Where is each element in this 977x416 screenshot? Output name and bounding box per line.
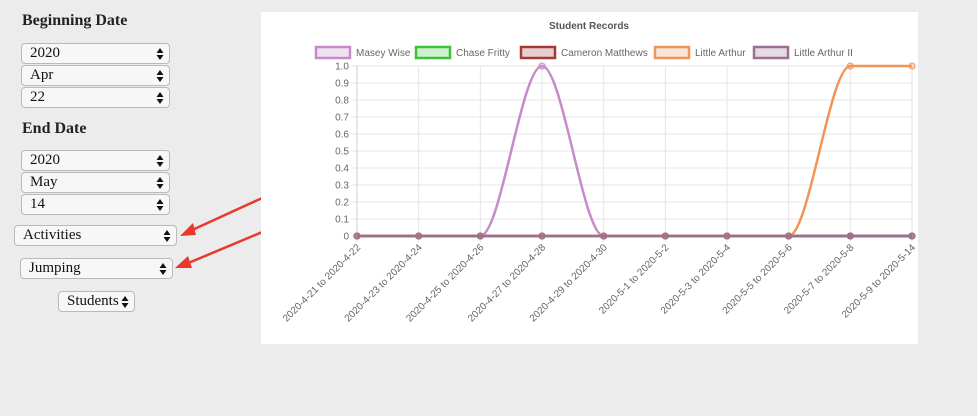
y-tick-label-3: 0.3 xyxy=(335,181,349,192)
group-select[interactable]: Students xyxy=(58,291,135,312)
student-records-chart: Student Records Masey Wise Chase Fritty Cam… xyxy=(281,21,918,324)
legend-swatch-3 xyxy=(653,45,691,60)
legend-label-4: Little Arthur II xyxy=(794,48,853,59)
x-tick-label-8: 2020-5-7 to 2020-5-8 xyxy=(782,242,857,317)
select-arrows-icon xyxy=(156,198,164,212)
group-value: Students xyxy=(67,293,119,309)
legend-label-3: Little Arthur xyxy=(695,48,746,59)
legend-swatch-4 xyxy=(752,45,790,60)
activity-value: Jumping xyxy=(29,260,81,276)
data-point-0-3 xyxy=(538,62,546,70)
begin-month-select[interactable]: Apr xyxy=(21,65,170,86)
legend-swatch-2 xyxy=(519,45,557,60)
y-tick-label-5: 0.5 xyxy=(335,147,349,158)
beginning-date-heading: Beginning Date xyxy=(22,12,128,29)
data-point-4-3 xyxy=(538,232,546,240)
legend-label-2: Cameron Matthews xyxy=(561,48,648,59)
begin-year-select[interactable]: 2020 xyxy=(21,43,170,64)
end-date-heading: End Date xyxy=(22,120,87,137)
activity-select[interactable]: Jumping xyxy=(20,258,173,279)
begin-day-value: 22 xyxy=(30,89,45,105)
y-tick-label-9: 0.9 xyxy=(335,79,349,90)
y-tick-label-8: 0.8 xyxy=(335,96,349,107)
x-tick-label-5: 2020-5-1 to 2020-5-2 xyxy=(597,242,672,317)
data-point-4-9 xyxy=(908,232,916,240)
end-month-value: May xyxy=(30,174,58,190)
end-day-value: 14 xyxy=(30,196,45,212)
category-select[interactable]: Activities xyxy=(14,225,177,246)
data-point-4-7 xyxy=(785,232,793,240)
y-tick-label-0: 0 xyxy=(343,232,349,243)
select-arrows-icon xyxy=(156,47,164,61)
select-arrows-icon xyxy=(156,91,164,105)
select-arrows-icon xyxy=(159,262,167,276)
chart-panel: Student Records Masey Wise Chase Fritty Cam… xyxy=(261,12,918,344)
select-arrows-icon xyxy=(156,154,164,168)
data-point-4-8 xyxy=(846,232,854,240)
x-tick-label-6: 2020-5-3 to 2020-5-4 xyxy=(659,242,734,317)
data-point-4-2 xyxy=(476,232,484,240)
select-arrows-icon xyxy=(121,295,129,309)
legend-swatch-0 xyxy=(314,45,352,60)
data-point-4-0 xyxy=(353,232,361,240)
end-day-select[interactable]: 14 xyxy=(21,194,170,215)
begin-day-select[interactable]: 22 xyxy=(21,87,170,108)
y-tick-label-6: 0.6 xyxy=(335,130,349,141)
data-point-4-6 xyxy=(723,232,731,240)
chart-title: Student Records xyxy=(549,21,629,32)
y-tick-label-4: 0.4 xyxy=(335,164,349,175)
legend-swatch-1 xyxy=(414,45,452,60)
data-point-4-1 xyxy=(415,232,423,240)
legend-label-0: Masey Wise xyxy=(356,48,411,59)
y-tick-label-10: 1.0 xyxy=(335,62,349,73)
end-month-select[interactable]: May xyxy=(21,172,170,193)
select-arrows-icon xyxy=(156,176,164,190)
category-value: Activities xyxy=(23,227,82,243)
y-tick-label-7: 0.7 xyxy=(335,113,349,124)
legend-label-1: Chase Fritty xyxy=(456,48,510,59)
data-point-3-8 xyxy=(846,62,854,70)
y-tick-label-2: 0.2 xyxy=(335,198,349,209)
data-point-4-4 xyxy=(600,232,608,240)
data-point-4-5 xyxy=(661,232,669,240)
begin-month-value: Apr xyxy=(30,67,54,83)
x-tick-label-7: 2020-5-5 to 2020-5-6 xyxy=(721,242,796,317)
select-arrows-icon xyxy=(163,229,171,243)
select-arrows-icon xyxy=(156,69,164,83)
end-year-select[interactable]: 2020 xyxy=(21,150,170,171)
begin-year-value: 2020 xyxy=(30,45,60,61)
data-point-3-9 xyxy=(908,62,916,70)
y-tick-label-1: 0.1 xyxy=(335,215,349,226)
end-year-value: 2020 xyxy=(30,152,60,168)
